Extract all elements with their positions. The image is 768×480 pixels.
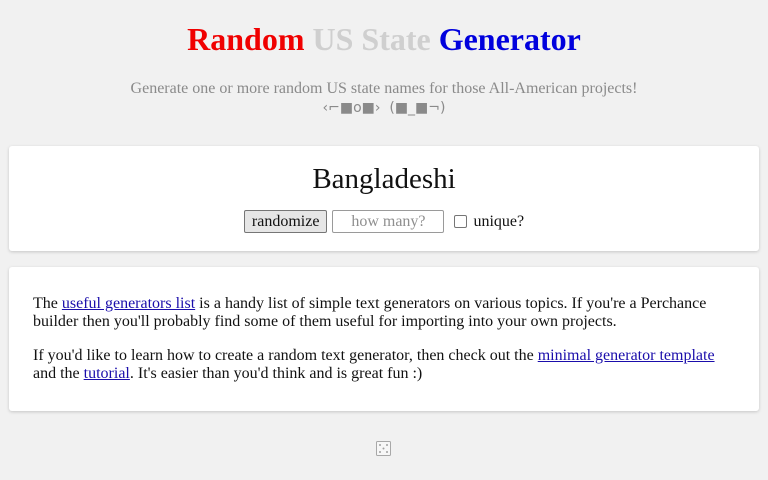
generated-output: Bangladeshi — [312, 163, 456, 195]
title-word-generator: Generator — [438, 21, 581, 57]
title-word-random: Random — [187, 21, 305, 57]
info-p2-middle: and the — [33, 365, 80, 382]
randomize-button[interactable]: randomize — [243, 210, 328, 233]
unique-checkbox[interactable] — [454, 215, 468, 228]
info-card: The useful generators list is a handy li… — [9, 267, 759, 411]
info-p2-before: If you'd like to learn how to create a r… — [33, 347, 534, 364]
tutorial-link[interactable]: tutorial — [84, 365, 130, 382]
info-paragraph-tutorial: If you'd like to learn how to create a r… — [33, 347, 733, 383]
generator-card: Bangladeshi randomize unique? — [9, 146, 759, 251]
unique-label: unique? — [473, 212, 525, 230]
dice-icon[interactable] — [376, 441, 391, 456]
info-paragraph-generators: The useful generators list is a handy li… — [33, 295, 733, 331]
useful-generators-list-link[interactable]: useful generators list — [62, 295, 195, 312]
info-p2-after: . It's easier than you'd think and is gr… — [129, 365, 423, 382]
emoticon-text: ‹⌐■o■› ​​ (■_■¬) — [322, 100, 446, 116]
info-p1-before: The — [33, 295, 58, 312]
generator-controls: randomize unique? — [9, 210, 759, 233]
title-word-us-state: US State — [312, 21, 431, 57]
page-subtitle: Generate one or more random US state nam… — [130, 80, 638, 97]
page-title: Random US State Generator — [0, 19, 768, 59]
minimal-generator-template-link[interactable]: minimal generator template — [538, 347, 715, 364]
how-many-input[interactable] — [332, 210, 445, 233]
